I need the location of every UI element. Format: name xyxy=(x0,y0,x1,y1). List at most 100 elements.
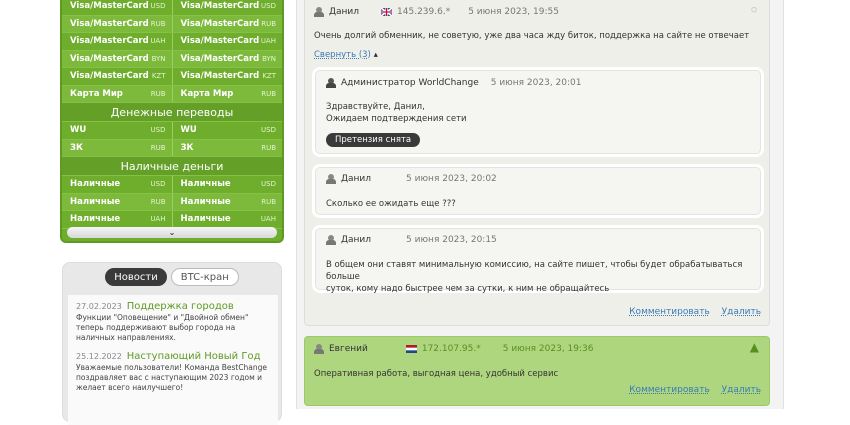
direction-to[interactable]: Наличные UAH xyxy=(173,211,283,228)
direction-to[interactable]: Visa/MasterCard BYN xyxy=(173,51,283,68)
user-icon xyxy=(314,344,324,354)
review-date: 5 июня 2023, 19:36 xyxy=(502,344,594,354)
direction-to[interactable]: Visa/MasterCard UAH xyxy=(173,33,283,50)
review-author: Евгений xyxy=(329,344,368,354)
currency-name: Visa/MasterCard xyxy=(70,18,149,29)
reply-date: 5 июня 2023, 20:01 xyxy=(490,78,582,88)
direction-from[interactable]: Visa/MasterCard UAH xyxy=(62,33,173,50)
currency-name: Visa/MasterCard xyxy=(70,36,149,47)
news-widget: Новости BTC-кран 27.02.2023 Поддержка го… xyxy=(62,262,282,425)
direction-from[interactable]: Visa/MasterCard BYN xyxy=(62,50,173,67)
currency-code: RUB xyxy=(150,89,166,98)
news-text: Уважаемые пользователи! Команда BestChan… xyxy=(76,363,268,392)
currency-code: USD xyxy=(261,2,276,11)
currency-name: Visa/MasterCard xyxy=(180,1,260,12)
direction-to[interactable]: Visa/MasterCard RUB xyxy=(173,16,283,33)
currency-code: USD xyxy=(261,180,276,189)
news-item: 25.12.2022 Наступающий Новый Год Уважаем… xyxy=(76,351,270,393)
review-text: Очень долгий обменник, не советую, уже д… xyxy=(314,31,750,41)
news-title-link[interactable]: Наступающий Новый Год xyxy=(127,351,261,362)
reply-author: Данил xyxy=(341,174,372,184)
currency-name: Наличные xyxy=(180,214,231,225)
direction-row: Карта Мир RUB Карта Мир RUB xyxy=(62,85,283,103)
currency-code: USD xyxy=(150,2,166,11)
direction-to[interactable]: Visa/MasterCard USD xyxy=(173,0,283,15)
direction-to[interactable]: Наличные RUB xyxy=(173,194,283,211)
direction-from[interactable]: Наличные UAH xyxy=(62,211,173,228)
direction-to[interactable]: ЗК RUB xyxy=(173,140,283,157)
currency-name: WU xyxy=(70,125,87,136)
direction-from[interactable]: Наличные RUB xyxy=(62,193,173,210)
expand-list-button[interactable]: ⌄ xyxy=(67,227,277,238)
news-title-link[interactable]: Поддержка городов xyxy=(127,301,234,312)
tab-news[interactable]: Новости xyxy=(105,268,167,286)
direction-from[interactable]: Visa/MasterCard USD xyxy=(62,0,173,15)
direction-to[interactable]: Visa/MasterCard KZT xyxy=(173,68,283,85)
direction-from[interactable]: Карта Мир RUB xyxy=(62,85,173,102)
currency-code: USD xyxy=(261,126,276,135)
reviews-column: Данил 145.239.6.* 5 июня 2023, 19:55 ⚪ О… xyxy=(296,0,784,409)
review-ip: 172.107.95.* xyxy=(421,344,481,354)
delete-link[interactable]: Удалить xyxy=(722,307,761,317)
currency-code: UAH xyxy=(260,215,276,224)
currency-code: RUB xyxy=(261,197,276,206)
news-date: 27.02.2023 xyxy=(76,302,122,311)
currency-code: USD xyxy=(150,126,166,135)
review-actions: Комментировать Удалить xyxy=(620,385,761,395)
news-item: 27.02.2023 Поддержка городов Функции "Оп… xyxy=(76,301,270,343)
currency-name: Наличные xyxy=(70,179,121,190)
review-text: Оперативная работа, выгодная цена, удобн… xyxy=(314,369,559,379)
currency-name: Visa/MasterCard xyxy=(180,18,260,29)
user-icon xyxy=(314,7,324,17)
review-author: Данил xyxy=(329,7,360,17)
direction-from[interactable]: Visa/MasterCard KZT xyxy=(62,68,173,85)
collapse-replies-link[interactable]: Свернуть (3) ▴ xyxy=(314,49,378,61)
currency-name: Карта Мир xyxy=(70,88,123,99)
review-card-positive: Евгений 172.107.95.* 5 июня 2023, 19:36 … xyxy=(304,336,770,406)
thumb-up-icon: ▲ xyxy=(749,340,759,354)
news-date: 25.12.2022 xyxy=(76,352,122,361)
currency-code: BYN xyxy=(262,54,276,63)
user-icon xyxy=(326,174,336,184)
currency-name: Visa/MasterCard xyxy=(70,1,149,12)
currency-name: Наличные xyxy=(180,196,231,207)
direction-row: Visa/MasterCard UAH Visa/MasterCard UAH xyxy=(62,33,282,51)
direction-from[interactable]: WU USD xyxy=(62,122,173,139)
currency-code: USD xyxy=(150,180,166,189)
delete-link[interactable]: Удалить xyxy=(722,385,761,395)
direction-to[interactable]: WU USD xyxy=(173,122,283,139)
direction-from[interactable]: ЗК RUB xyxy=(62,139,173,156)
direction-row: Наличные USD Наличные USD xyxy=(62,176,282,194)
direction-to[interactable]: Карта Мир RUB xyxy=(173,86,283,103)
direction-row: Visa/MasterCard USD Visa/MasterCard USD xyxy=(62,0,282,16)
direction-to[interactable]: Наличные USD xyxy=(173,176,283,193)
currency-name: Наличные xyxy=(70,214,121,225)
reply-user: Данил 5 июня 2023, 20:15 В общем они ста… xyxy=(315,228,761,294)
uk-flag-icon xyxy=(381,8,393,16)
currency-name: Наличные xyxy=(180,179,231,190)
reply-text: В общем они ставят минимальную комиссию,… xyxy=(326,260,743,294)
comment-link[interactable]: Комментировать xyxy=(629,385,710,395)
currency-name: Visa/MasterCard xyxy=(70,53,149,64)
currency-name: Наличные xyxy=(70,196,121,207)
direction-from[interactable]: Наличные USD xyxy=(62,176,173,193)
direction-row: Наличные UAH Наличные UAH xyxy=(62,211,282,229)
reply-date: 5 июня 2023, 20:15 xyxy=(406,235,497,245)
exchange-directions-panel: Visa/MasterCard USD Visa/MasterCard USD Visa… xyxy=(60,0,284,243)
comment-link[interactable]: Комментировать xyxy=(629,307,710,317)
review-date: 5 июня 2023, 19:55 xyxy=(468,7,559,17)
claim-withdrawn-badge: Претензия снята xyxy=(326,133,421,147)
currency-code: RUB xyxy=(150,19,166,28)
currency-code: RUB xyxy=(261,143,276,152)
currency-code: RUB xyxy=(150,143,166,152)
reply-text: Здравствуйте, Данил, Ожидаем подтверждени… xyxy=(326,102,467,124)
direction-from[interactable]: Visa/MasterCard RUB xyxy=(62,15,173,32)
currency-code: UAH xyxy=(150,215,166,224)
direction-row: Visa/MasterCard KZT Visa/MasterCard KZT xyxy=(62,68,282,86)
reply-user: Данил 5 июня 2023, 20:02 Сколько ее ожид… xyxy=(315,167,761,215)
user-icon xyxy=(326,235,336,245)
tab-btc-faucet[interactable]: BTC-кран xyxy=(170,268,239,286)
currency-code: UAH xyxy=(150,37,166,46)
review-actions: Комментировать Удалить xyxy=(620,307,761,317)
direction-row: WU USD WU USD xyxy=(62,122,282,140)
